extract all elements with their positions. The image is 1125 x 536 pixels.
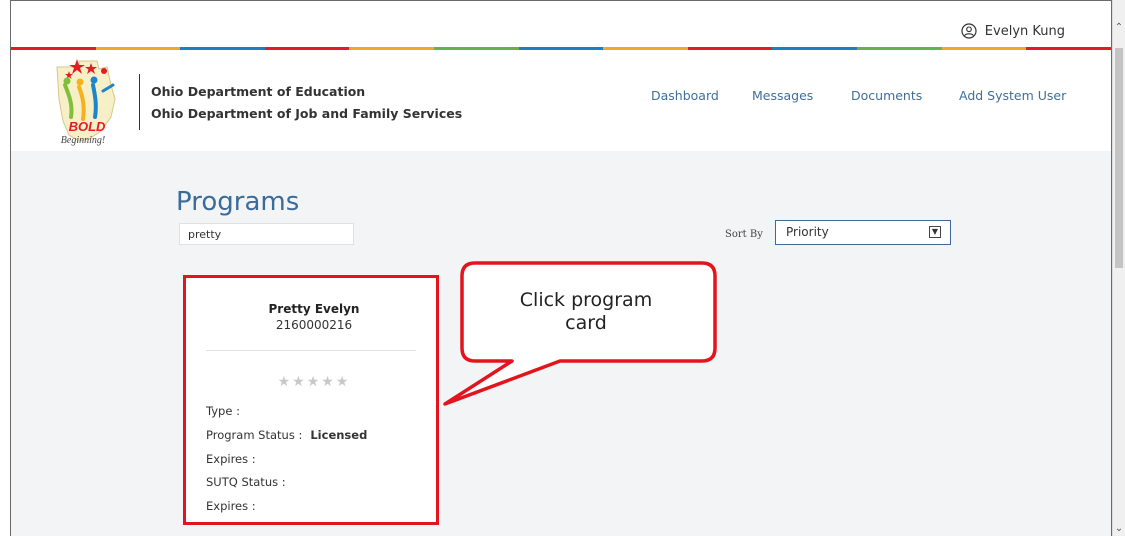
- expires-field: Expires :: [206, 452, 256, 466]
- page-scrollbar[interactable]: ⌃ ⌄: [1112, 0, 1125, 536]
- callout-line-2: card: [565, 312, 607, 334]
- program-name: Pretty Evelyn: [268, 302, 360, 316]
- logo-text: BOLD: [69, 119, 106, 134]
- scroll-down-icon[interactable]: ⌄: [1113, 523, 1125, 534]
- user-menu[interactable]: Evelyn Kung: [961, 23, 1065, 39]
- organization-names: Ohio Department of Education Ohio Depart…: [151, 81, 462, 125]
- logo-divider: [139, 74, 140, 130]
- scroll-up-icon[interactable]: ⌃: [1113, 22, 1125, 33]
- program-status-label: Program Status :: [206, 428, 303, 442]
- type-field: Type :: [206, 404, 240, 418]
- callout-line-1: Click program: [519, 289, 653, 311]
- chevron-down-icon[interactable]: ▼: [929, 226, 941, 238]
- main-content: Programs pretty Sort By Priority ▼ Prett…: [11, 151, 1111, 536]
- site-header: BOLD Beginning! Ohio Department of Educa…: [11, 50, 1111, 151]
- type-label: Type :: [206, 404, 240, 418]
- user-circle-icon: [961, 23, 977, 39]
- sutq-status-field: SUTQ Status :: [206, 475, 286, 489]
- page-title: Programs: [176, 187, 300, 217]
- org-line-2: Ohio Department of Job and Family Servic…: [151, 106, 463, 121]
- star-rating-icon: ★★★★★: [277, 374, 351, 390]
- sutq-expires-label: Expires :: [206, 499, 256, 513]
- callout-text: Click program card: [470, 289, 702, 335]
- program-status-value: Licensed: [310, 428, 368, 442]
- logo-subtext: Beginning!: [61, 135, 105, 146]
- nav-dashboard[interactable]: Dashboard: [651, 88, 719, 103]
- nav-add-system-user[interactable]: Add System User: [959, 88, 1066, 103]
- bold-beginning-logo[interactable]: BOLD Beginning!: [49, 55, 129, 147]
- scroll-thumb[interactable]: [1115, 48, 1123, 268]
- sort-selected-value: Priority: [786, 225, 829, 239]
- sort-select[interactable]: Priority ▼: [775, 220, 951, 245]
- browser-frame: Evelyn Kung BOLD Beginning! Ohio Departm…: [10, 0, 1112, 536]
- program-card-highlight[interactable]: Pretty Evelyn 2160000216 ★★★★★ Type : Pr…: [183, 275, 439, 525]
- card-divider: [206, 350, 416, 351]
- sort-label: Sort By: [725, 229, 763, 240]
- program-card[interactable]: Pretty Evelyn 2160000216 ★★★★★ Type : Pr…: [196, 282, 432, 520]
- user-name: Evelyn Kung: [984, 23, 1065, 39]
- nav-messages[interactable]: Messages: [752, 88, 813, 103]
- search-input[interactable]: pretty: [179, 223, 354, 245]
- sutq-expires-field: Expires :: [206, 499, 256, 513]
- program-status-field: Program Status : Licensed: [206, 428, 367, 442]
- top-bar: Evelyn Kung: [11, 1, 1111, 47]
- expires-label: Expires :: [206, 452, 256, 466]
- sutq-status-label: SUTQ Status :: [206, 475, 286, 489]
- nav-documents[interactable]: Documents: [851, 88, 922, 103]
- program-id: 2160000216: [275, 318, 353, 332]
- org-line-1: Ohio Department of Education: [151, 84, 366, 99]
